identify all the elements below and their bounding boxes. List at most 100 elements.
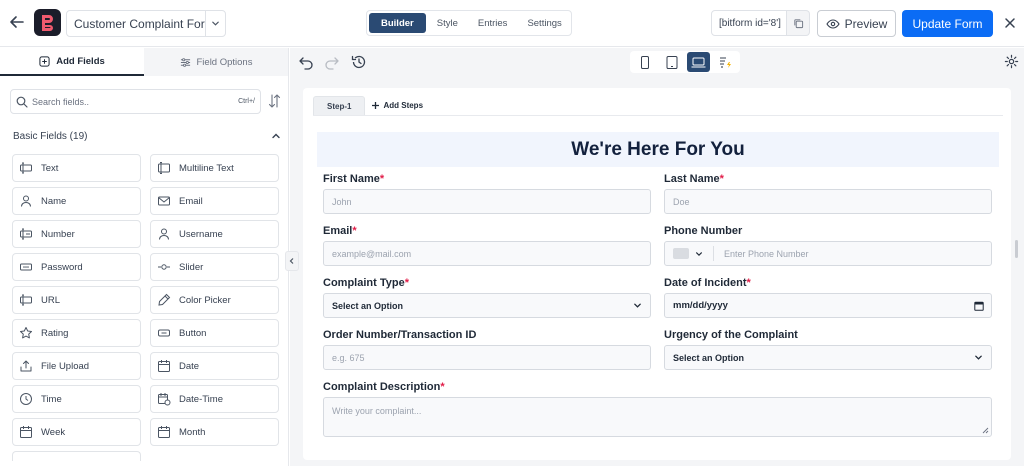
complaint-type-label[interactable]: Complaint Type* <box>323 277 409 289</box>
tab-field-options[interactable]: Field Options <box>144 48 288 76</box>
basic-fields-header[interactable]: Basic Fields (19) <box>13 129 281 143</box>
field-date-time[interactable]: Date-Time <box>150 385 279 413</box>
field-month[interactable]: Month <box>150 418 279 446</box>
field-week[interactable]: Week <box>12 418 141 446</box>
collapse-panel-handle[interactable] <box>285 251 299 271</box>
chevron-down-icon <box>634 303 641 308</box>
incident-date-input[interactable]: mm/dd/yyyy <box>664 293 992 318</box>
incident-date-label[interactable]: Date of Incident* <box>664 277 751 289</box>
sort-icon[interactable] <box>268 94 281 108</box>
breakpoint-sort-button[interactable] <box>713 52 737 72</box>
search-icon <box>16 96 28 108</box>
add-steps-label: Add Steps <box>383 101 424 110</box>
add-steps-button[interactable]: Add Steps <box>371 96 423 115</box>
textarea-placeholder: Write your complaint... <box>332 406 422 416</box>
email-label[interactable]: Email* <box>323 225 357 237</box>
field-email[interactable]: Email <box>150 187 279 215</box>
urgency-select[interactable]: Select an Option <box>664 345 992 370</box>
phone-number-input[interactable]: Enter Phone Number <box>664 241 992 266</box>
urgency-label[interactable]: Urgency of the Complaint <box>664 329 798 341</box>
tab-field-options-label: Field Options <box>196 56 253 68</box>
complaint-type-select[interactable]: Select an Option <box>323 293 651 318</box>
device-switcher <box>630 51 740 73</box>
phone-number-label[interactable]: Phone Number <box>664 225 742 237</box>
resize-grip-icon[interactable] <box>982 427 989 434</box>
field-text[interactable]: Text <box>12 154 141 182</box>
form-title-selector[interactable]: Customer Complaint For... <box>66 10 226 37</box>
calendar-icon <box>20 426 32 438</box>
phone-placeholder: Enter Phone Number <box>724 248 809 259</box>
mobile-view-button[interactable] <box>633 52 657 72</box>
search-input[interactable] <box>32 96 239 107</box>
form-title-dropdown[interactable] <box>205 11 225 36</box>
sliders-icon <box>180 57 190 67</box>
shortcode-field[interactable]: [bitform id='8'] <box>711 10 787 36</box>
last-name-label[interactable]: Last Name* <box>664 173 724 185</box>
button-icon <box>158 329 170 337</box>
required-mark: * <box>746 277 751 289</box>
step-tab[interactable]: Step-1 <box>313 96 366 115</box>
first-name-input[interactable]: John <box>323 189 651 214</box>
country-flag[interactable] <box>673 248 689 259</box>
field-date[interactable]: Date <box>150 352 279 380</box>
preview-label: Preview <box>844 16 888 31</box>
email-input[interactable]: example@mail.com <box>323 241 651 266</box>
field-label: Time <box>41 393 62 405</box>
mobile-icon <box>640 55 649 69</box>
fields-grid: Text Multiline Text Name Email Number Us… <box>12 154 279 461</box>
calendar-icon[interactable] <box>974 301 984 311</box>
tab-builder[interactable]: Builder <box>369 13 426 33</box>
order-number-input[interactable]: e.g. 675 <box>323 345 651 370</box>
calendar-icon <box>158 426 170 438</box>
password-icon <box>20 263 32 271</box>
chevron-down-icon[interactable] <box>695 250 703 258</box>
label-text: Complaint Type <box>323 277 405 289</box>
tab-entries[interactable]: Entries <box>469 13 517 33</box>
complaint-description-label[interactable]: Complaint Description* <box>323 381 445 393</box>
field-url[interactable]: URL <box>12 286 141 314</box>
calendar-clock-icon <box>158 393 171 406</box>
mail-icon <box>158 196 170 206</box>
tab-settings[interactable]: Settings <box>518 13 570 33</box>
complaint-description-textarea[interactable]: Write your complaint... <box>323 397 992 437</box>
field-rating[interactable]: Rating <box>12 319 141 347</box>
field-label: Date-Time <box>179 393 223 405</box>
back-arrow-icon[interactable] <box>8 13 26 31</box>
field-partial[interactable] <box>12 451 141 461</box>
redo-icon[interactable] <box>324 54 340 70</box>
clock-icon <box>20 393 32 405</box>
chevron-down-icon <box>975 355 982 360</box>
form-title[interactable]: Customer Complaint For... <box>67 17 205 31</box>
required-mark: * <box>440 381 445 393</box>
scrollbar-thumb[interactable] <box>1015 240 1018 258</box>
gear-icon[interactable] <box>1004 54 1019 69</box>
order-number-label[interactable]: Order Number/Transaction ID <box>323 329 476 341</box>
first-name-label[interactable]: First Name* <box>323 173 384 185</box>
field-label: Date <box>179 360 200 372</box>
tablet-view-button[interactable] <box>660 52 684 72</box>
close-icon[interactable] <box>1001 14 1019 32</box>
undo-icon[interactable] <box>298 54 314 70</box>
field-multiline-text[interactable]: Multiline Text <box>150 154 279 182</box>
tab-style[interactable]: Style <box>428 13 467 33</box>
field-file-upload[interactable]: File Upload <box>12 352 141 380</box>
field-button[interactable]: Button <box>150 319 279 347</box>
field-time[interactable]: Time <box>12 385 141 413</box>
copy-shortcode-button[interactable] <box>787 10 810 36</box>
tab-add-fields[interactable]: Add Fields <box>0 48 144 76</box>
field-number[interactable]: Number <box>12 220 141 248</box>
history-icon[interactable] <box>351 54 367 70</box>
field-color-picker[interactable]: Color Picker <box>150 286 279 314</box>
form-heading[interactable]: We're Here For You <box>317 132 999 167</box>
desktop-view-button[interactable] <box>686 52 711 72</box>
chevron-up-icon[interactable] <box>271 131 281 141</box>
required-mark: * <box>379 173 385 185</box>
update-form-button[interactable]: Update Form <box>902 10 993 37</box>
field-password[interactable]: Password <box>12 253 141 281</box>
last-name-input[interactable]: Doe <box>664 189 992 214</box>
field-label: Slider <box>179 261 204 273</box>
field-slider[interactable]: Slider <box>150 253 279 281</box>
preview-button[interactable]: Preview <box>817 10 896 37</box>
field-name[interactable]: Name <box>12 187 141 215</box>
field-username[interactable]: Username <box>150 220 279 248</box>
